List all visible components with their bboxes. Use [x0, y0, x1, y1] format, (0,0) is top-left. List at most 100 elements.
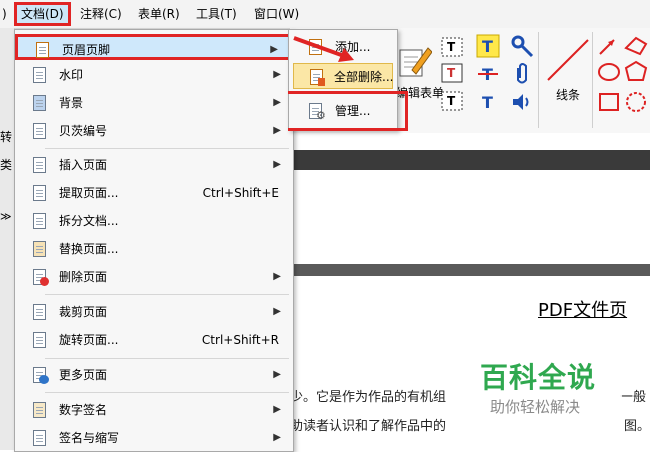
watermark-subtitle: 助你轻松解决 [490, 398, 581, 416]
bates-number-icon [31, 122, 49, 140]
sound-icon[interactable] [510, 90, 534, 114]
shape-tools[interactable] [596, 34, 650, 118]
paperclip-icon[interactable] [512, 62, 532, 86]
submenu-item-add[interactable]: 添加... [289, 34, 397, 60]
sign-initials-icon [31, 429, 49, 447]
replace-page-icon [31, 240, 49, 258]
watermark-icon [31, 66, 49, 84]
crop-page-icon [31, 303, 49, 321]
svg-text:T: T [447, 94, 456, 108]
menubar-item-window[interactable]: 窗口(W) [250, 5, 303, 23]
menu-item-background[interactable]: 背景 ▶ [15, 90, 293, 116]
rotate-page-icon [31, 331, 49, 349]
menu-item-bates-numbering[interactable]: 贝茨编号 ▶ [15, 118, 293, 144]
submenu-arrow-icon: ▶ [273, 69, 281, 80]
menu-item-crop-page[interactable]: 裁剪页面 ▶ [15, 299, 293, 325]
submenu-item-delete-all[interactable]: 全部删除... [293, 63, 393, 89]
document-menu: 页眉页脚 ▶ 水印 ▶ 背景 ▶ 贝茨编号 ▶ 插入页面 ▶ 提取页面... C… [14, 29, 294, 452]
submenu-item-label: 管理... [335, 104, 371, 118]
menu-item-label: 水印 [59, 68, 84, 82]
menu-item-extract-page[interactable]: 提取页面... Ctrl+Shift+E [15, 180, 293, 206]
menu-item-more-pages[interactable]: 更多页面 ▶ [15, 362, 293, 388]
body-line-end: 图。 [624, 419, 650, 434]
background-icon [31, 94, 49, 112]
menu-item-insert-page[interactable]: 插入页面 ▶ [15, 152, 293, 178]
strikeout-text-icon[interactable]: T [476, 62, 500, 86]
digital-signature-icon [31, 401, 49, 419]
menu-item-header-footer[interactable]: 页眉页脚 ▶ [15, 34, 293, 60]
menu-item-label: 拆分文档... [59, 214, 119, 228]
typewriter-icon[interactable]: T [476, 34, 500, 58]
submenu-item-manage[interactable]: ⚙ 管理... [289, 98, 397, 124]
submenu-arrow-icon: ▶ [273, 369, 281, 380]
document-canvas [290, 170, 650, 270]
menu-item-replace-page[interactable]: 替换页面... [15, 236, 293, 262]
menu-item-sign-initials[interactable]: 签名与缩写 ▶ [15, 425, 293, 451]
body-line: 少。它是作为作品的有机组 [290, 390, 447, 405]
menu-item-label: 更多页面 [59, 368, 108, 382]
submenu-arrow-icon: ▶ [273, 125, 281, 136]
menu-item-label: 替换页面... [59, 242, 119, 256]
menu-item-shortcut: Ctrl+Shift+E [202, 186, 279, 200]
menu-item-rotate-page[interactable]: 旋转页面... Ctrl+Shift+R [15, 327, 293, 353]
svg-text:T: T [482, 37, 493, 56]
extract-page-icon [31, 184, 49, 202]
menu-item-label: 签名与缩写 [59, 431, 120, 445]
menubar-item-form[interactable]: 表单(R) [134, 5, 184, 23]
menu-item-label: 数字签名 [59, 403, 108, 417]
left-pane: 转 类 ≫ [0, 28, 15, 450]
header-footer-icon [34, 41, 52, 59]
manage-gear-icon: ⚙ [307, 102, 326, 121]
left-fragment: 转 [0, 130, 13, 144]
submenu-arrow-icon: ▶ [273, 159, 281, 170]
delete-page-icon [31, 268, 49, 286]
watermark-title: 百科全说 [480, 361, 597, 394]
edit-form-icon[interactable] [398, 42, 432, 78]
submenu-arrow-icon: ▶ [273, 271, 281, 282]
body-line-end: 一般 [620, 390, 647, 405]
line-tool-icon[interactable] [544, 34, 594, 84]
menu-item-label: 插入页面 [59, 158, 108, 172]
menu-item-delete-page[interactable]: 删除页面 ▶ [15, 264, 293, 290]
svg-text:T: T [447, 40, 456, 54]
submenu-arrow-icon: ▶ [273, 404, 281, 415]
text-box-icon[interactable]: T [440, 62, 464, 84]
menu-bar: ) 文档(D) 注释(C) 表单(R) 工具(T) 窗口(W) [0, 0, 650, 29]
menu-item-label: 页眉页脚 [62, 43, 111, 57]
submenu-arrow-icon: ▶ [273, 432, 281, 443]
submenu-item-label: 添加... [335, 40, 371, 54]
menu-item-label: 删除页面 [59, 270, 108, 284]
header-footer-submenu: 添加... 全部删除... ⚙ 管理... [288, 29, 398, 131]
menubar-item-tools[interactable]: 工具(T) [192, 5, 241, 23]
submenu-arrow-icon: ▶ [273, 306, 281, 317]
add-icon [307, 38, 325, 56]
left-fragment: 类 [0, 158, 13, 172]
menu-item-watermark[interactable]: 水印 ▶ [15, 62, 293, 88]
menubar-item-edge[interactable]: ) [0, 5, 11, 23]
callout-icon[interactable]: T [440, 90, 464, 112]
menubar-item-document[interactable]: 文档(D) [14, 2, 71, 26]
left-fragment: ≫ [0, 210, 12, 223]
line-tool-label: 线条 [556, 88, 581, 102]
menu-item-digital-signature[interactable]: 数字签名 ▶ [15, 397, 293, 423]
menu-item-label: 裁剪页面 [59, 305, 108, 319]
text-field-icon[interactable]: T [440, 36, 464, 58]
insert-text-icon[interactable]: T [476, 90, 500, 114]
menubar-item-comment[interactable]: 注释(C) [76, 5, 126, 23]
menu-item-label: 背景 [59, 96, 84, 110]
page-heading: PDF文件页 [538, 300, 628, 321]
submenu-arrow-icon: ▶ [270, 44, 278, 55]
insert-page-icon [31, 156, 49, 174]
menu-item-split-document[interactable]: 拆分文档... [15, 208, 293, 234]
key-icon[interactable] [510, 34, 534, 58]
menu-item-shortcut: Ctrl+Shift+R [201, 333, 279, 347]
menu-item-label: 旋转页面... [59, 333, 119, 347]
menu-item-label: 贝茨编号 [59, 124, 108, 138]
menu-item-label: 提取页面... [59, 186, 119, 200]
submenu-item-label: 全部删除... [334, 70, 394, 84]
delete-all-icon [308, 68, 326, 86]
split-document-icon [31, 212, 49, 230]
submenu-arrow-icon: ▶ [273, 97, 281, 108]
body-line: 助读者认识和了解作品中的 [290, 419, 447, 434]
more-pages-icon [31, 366, 49, 384]
